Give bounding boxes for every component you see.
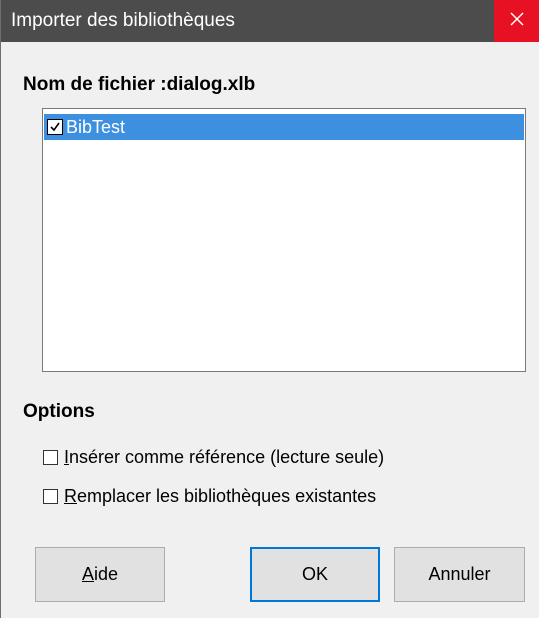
checkmark-icon <box>50 122 60 132</box>
replace-existing-checkbox[interactable] <box>43 489 58 504</box>
library-checkbox[interactable] <box>47 119 63 135</box>
close-button[interactable] <box>494 0 539 42</box>
title-bar[interactable]: Importer des bibliothèques <box>1 0 539 42</box>
import-libraries-dialog: Importer des bibliothèques Nom de fichie… <box>0 0 539 618</box>
insert-as-reference-checkbox[interactable] <box>43 450 58 465</box>
file-name-heading: Nom de fichier :dialog.xlb <box>23 74 256 95</box>
library-list[interactable]: BibTest <box>42 108 526 372</box>
help-button-label: Aide <box>81 564 119 584</box>
list-item-bibtest[interactable]: BibTest <box>44 114 524 140</box>
window-title: Importer des bibliothèques <box>11 10 235 31</box>
ok-button[interactable]: OK <box>250 547 380 602</box>
library-label: BibTest <box>66 117 126 137</box>
insert-as-reference-option[interactable]: Insérer comme référence (lecture seule) <box>43 447 384 468</box>
help-button[interactable]: Aide <box>35 547 165 602</box>
replace-existing-label: Remplacer les bibliothèques existantes <box>64 486 377 506</box>
close-icon <box>510 11 524 31</box>
options-heading: Options <box>23 401 95 422</box>
replace-existing-option[interactable]: Remplacer les bibliothèques existantes <box>43 486 376 507</box>
insert-as-reference-label: Insérer comme référence (lecture seule) <box>64 447 385 467</box>
cancel-button[interactable]: Annuler <box>394 547 525 602</box>
